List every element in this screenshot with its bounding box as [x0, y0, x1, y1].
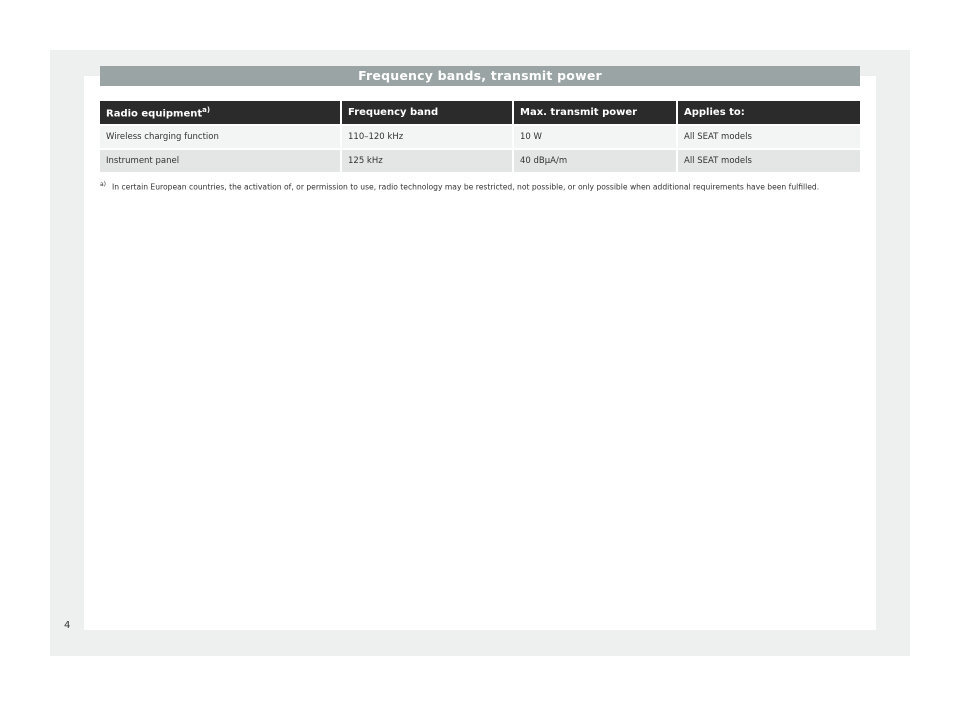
table-row: Instrument panel 125 kHz 40 dBµA/m All S… — [100, 150, 860, 172]
cell-applies-to: All SEAT models — [678, 150, 860, 172]
footnote-text: In certain European countries, the activ… — [112, 182, 820, 192]
cell-radio-equipment: Instrument panel — [100, 150, 342, 172]
cell-max-transmit-power: 40 dBµA/m — [514, 150, 678, 172]
footnote: a) In certain European countries, the act… — [100, 181, 860, 192]
header-footnote-marker: a) — [202, 105, 211, 114]
footnote-marker: a) — [100, 181, 107, 188]
header-applies-to: Applies to: — [678, 101, 860, 124]
header-max-transmit-power: Max. transmit power — [514, 101, 678, 124]
cell-frequency-band: 110–120 kHz — [342, 126, 514, 148]
header-frequency-band: Frequency band — [342, 101, 514, 124]
table-header-row: Radio equipmenta) Frequency band Max. tr… — [100, 101, 860, 124]
table-row: Wireless charging function 110–120 kHz 1… — [100, 126, 860, 148]
cell-applies-to: All SEAT models — [678, 126, 860, 148]
header-radio-equipment-label: Radio equipment — [106, 108, 203, 120]
header-radio-equipment: Radio equipmenta) — [100, 101, 342, 124]
section-title: Frequency bands, transmit power — [100, 66, 860, 86]
frequency-table: Radio equipmenta) Frequency band Max. tr… — [100, 101, 860, 172]
cell-max-transmit-power: 10 W — [514, 126, 678, 148]
cell-radio-equipment: Wireless charging function — [100, 126, 342, 148]
page-number: 4 — [64, 620, 71, 631]
cell-frequency-band: 125 kHz — [342, 150, 514, 172]
